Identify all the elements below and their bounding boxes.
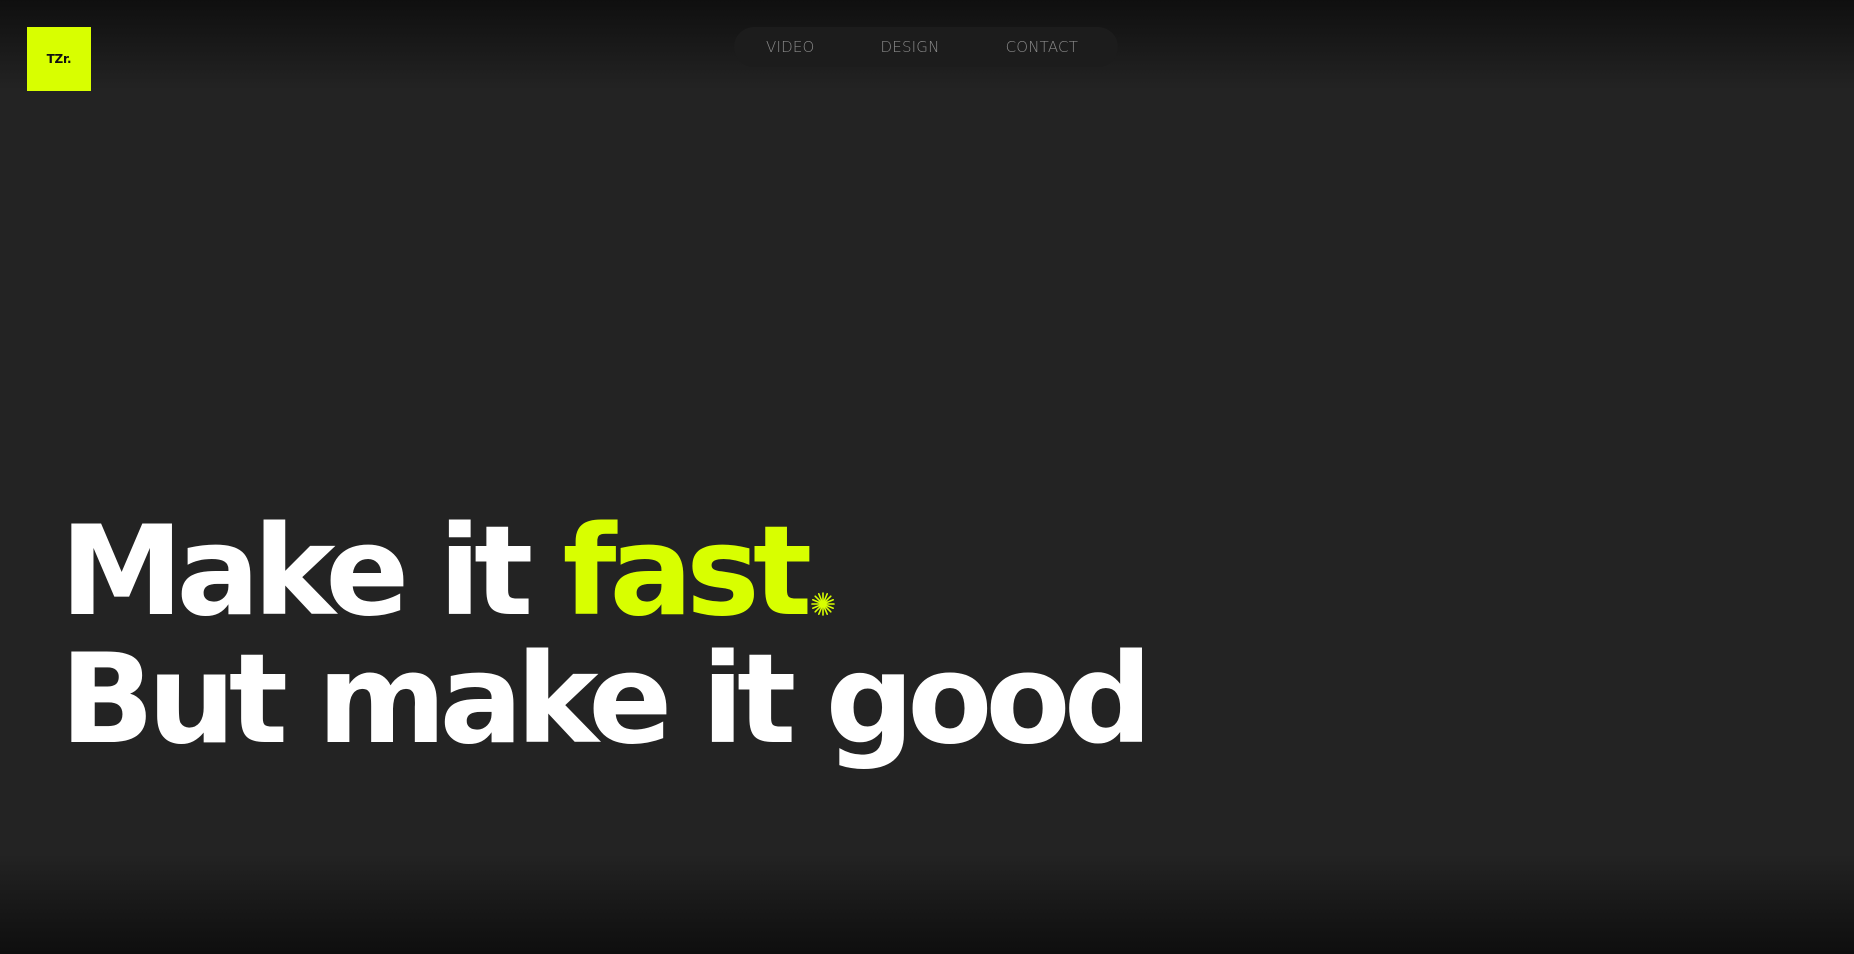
logo-text: TZr. [46, 52, 72, 66]
hero-headline: Make it fast But make it good [60, 508, 1152, 772]
bottom-gradient [0, 854, 1854, 954]
sparkle-icon [811, 510, 835, 616]
nav-item-contact[interactable]: CONTACT [1006, 38, 1079, 56]
hero-line-1: Make it fast [60, 508, 1145, 636]
hero-accent-word: fast [562, 500, 812, 644]
main-nav: VIDEO DESIGN CONTACT [734, 27, 1118, 67]
logo-button[interactable]: TZr. [27, 27, 91, 91]
nav-item-video[interactable]: VIDEO [766, 38, 815, 56]
hero-line-2: But make it good [60, 628, 1152, 772]
nav-item-design[interactable]: DESIGN [881, 38, 940, 56]
hero-line-1-text: Make it [60, 500, 563, 644]
